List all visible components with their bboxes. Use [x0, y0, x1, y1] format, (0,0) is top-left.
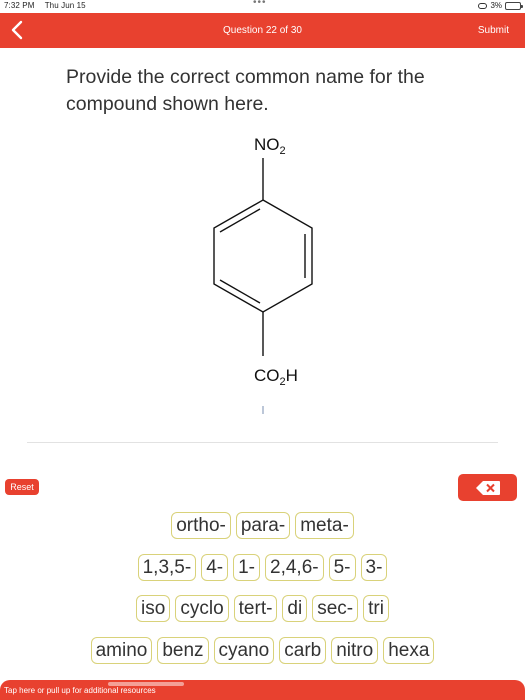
tile-sec[interactable]: sec- — [312, 595, 359, 622]
header-bar: Question 22 of 30 Submit — [0, 13, 525, 48]
status-time: 7:32 PM — [4, 1, 35, 10]
tile-cyano[interactable]: cyano — [213, 637, 275, 664]
tile-1[interactable]: 1- — [233, 554, 260, 581]
tile-iso[interactable]: iso — [136, 595, 171, 622]
tile-hexa[interactable]: hexa — [383, 637, 435, 664]
submit-button[interactable]: Submit — [478, 25, 509, 36]
tile-di[interactable]: di — [282, 595, 308, 622]
reset-button[interactable]: Reset — [5, 479, 39, 495]
tile-row-positions: ortho- para- meta- — [0, 512, 525, 539]
status-date: Thu Jun 15 — [44, 1, 86, 10]
tile-amino[interactable]: amino — [90, 637, 153, 664]
tile-cyclo[interactable]: cyclo — [175, 595, 229, 622]
tile-meta[interactable]: meta- — [295, 512, 354, 539]
app-root: 7:32 PM Thu Jun 15 ••• 3% Question 22 of… — [0, 0, 525, 700]
battery-icon — [505, 1, 523, 10]
tile-carb[interactable]: carb — [279, 637, 327, 664]
status-bar: 7:32 PM Thu Jun 15 ••• 3% — [0, 0, 525, 13]
tile-4[interactable]: 4- — [201, 554, 229, 581]
tile-benz[interactable]: benz — [157, 637, 209, 664]
tile-5[interactable]: 5- — [328, 554, 356, 581]
tile-ortho[interactable]: ortho- — [171, 512, 231, 539]
question-prompt: Provide the correct common name for the … — [66, 66, 425, 115]
tile-nitro[interactable]: nitro — [331, 637, 379, 664]
battery-percent: 3% — [490, 1, 502, 10]
benzene-ring — [213, 199, 313, 313]
status-left: 7:32 PM Thu Jun 15 — [4, 1, 94, 10]
molecule-structure: NO2 CO2H — [213, 135, 313, 414]
link-icon — [478, 2, 488, 9]
divider — [27, 442, 498, 443]
resources-hint: Tap here or pull up for additional resou… — [4, 686, 156, 695]
backspace-icon — [475, 480, 500, 495]
tile-tri[interactable]: tri — [363, 595, 389, 622]
tile-2-4-6[interactable]: 2,4,6- — [265, 554, 324, 581]
multitasking-dots-icon[interactable]: ••• — [253, 0, 267, 8]
tile-1-3-5[interactable]: 1,3,5- — [137, 554, 197, 581]
carboxyl-group-label: CO2H — [254, 366, 298, 388]
tile-para[interactable]: para- — [235, 512, 291, 539]
question-counter: Question 22 of 30 — [223, 25, 302, 36]
status-right: 3% — [478, 1, 523, 10]
nitro-group-label: NO2 — [254, 135, 286, 157]
tile-row-prefixes: iso cyclo tert- di sec- tri — [0, 595, 525, 622]
tile-row-names: amino benz cyano carb nitro hexa — [0, 637, 525, 664]
tile-tert[interactable]: tert- — [233, 595, 278, 622]
tile-3[interactable]: 3- — [360, 554, 388, 581]
tile-row-locants: 1,3,5- 4- 1- 2,4,6- 5- 3- — [0, 554, 525, 581]
backspace-button[interactable] — [458, 474, 517, 501]
resources-drawer[interactable]: Tap here or pull up for additional resou… — [0, 680, 525, 700]
